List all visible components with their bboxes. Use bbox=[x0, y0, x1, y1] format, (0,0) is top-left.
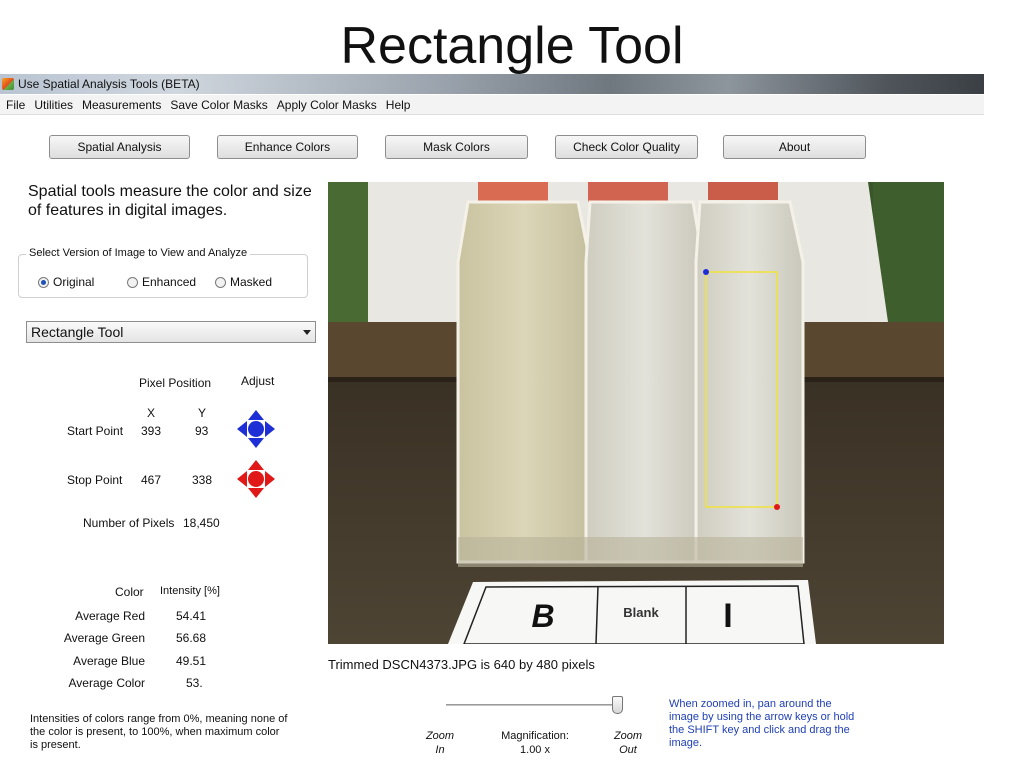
menu-utilities[interactable]: Utilities bbox=[34, 95, 73, 114]
zoom-out-line2: Out bbox=[619, 744, 637, 756]
mask-colors-button[interactable]: Mask Colors bbox=[385, 135, 528, 159]
radio-original[interactable]: Original bbox=[38, 275, 94, 289]
image-version-group-title: Select Version of Image to View and Anal… bbox=[26, 247, 251, 259]
tool-select-value: Rectangle Tool bbox=[31, 324, 124, 340]
zoom-in-line1: Zoom bbox=[425, 730, 455, 742]
x-header: X bbox=[147, 406, 156, 420]
tool-description: Spatial tools measure the color and size… bbox=[28, 183, 312, 219]
selection-start-handle[interactable] bbox=[703, 269, 709, 275]
menu-file[interactable]: File bbox=[6, 95, 25, 114]
menu-apply-color-masks[interactable]: Apply Color Masks bbox=[277, 95, 377, 114]
radio-original-label: Original bbox=[53, 275, 95, 289]
radio-masked[interactable]: Masked bbox=[215, 275, 272, 289]
radio-original-dot[interactable] bbox=[38, 276, 49, 288]
radio-enhanced-label: Enhanced bbox=[142, 275, 197, 289]
pixel-position-header: Pixel Position bbox=[139, 376, 212, 390]
start-y-value: 93 bbox=[195, 424, 209, 438]
card-label-blank: Blank bbox=[623, 605, 659, 620]
app-icon bbox=[2, 78, 14, 90]
window-titlebar: Use Spatial Analysis Tools (BETA) bbox=[0, 74, 984, 94]
pixel-count-value: 18,450 bbox=[183, 516, 220, 530]
radio-masked-dot[interactable] bbox=[215, 276, 226, 288]
magnification-label: Magnification: bbox=[501, 730, 569, 742]
zoom-in-line2: In bbox=[435, 744, 445, 756]
window-title: Use Spatial Analysis Tools (BETA) bbox=[18, 77, 200, 91]
color-header: Color bbox=[115, 585, 144, 599]
slide-title: Rectangle Tool bbox=[340, 17, 684, 75]
chevron-down-icon[interactable] bbox=[303, 330, 311, 335]
zoom-out-line1: Zoom bbox=[613, 730, 643, 742]
spatial-analysis-button[interactable]: Spatial Analysis bbox=[49, 135, 190, 159]
blue-direction-pad-icon[interactable] bbox=[236, 409, 276, 449]
zoom-slider-thumb[interactable] bbox=[612, 696, 623, 714]
intensity-footnote: Intensities of colors range from 0%, mea… bbox=[30, 713, 288, 751]
menu-bar: File Utilities Measurements Save Color M… bbox=[0, 95, 984, 115]
stop-point-label: Stop Point bbox=[67, 473, 123, 487]
avg-red-label: Average Red bbox=[75, 609, 145, 623]
intensity-header: Intensity [%] bbox=[160, 585, 220, 597]
avg-green-label: Average Green bbox=[63, 631, 145, 645]
adjust-header: Adjust bbox=[241, 374, 275, 388]
tool-select[interactable]: Rectangle Tool bbox=[26, 321, 316, 343]
magnification-value: 1.00 x bbox=[520, 744, 550, 756]
y-header: Y bbox=[198, 406, 207, 420]
avg-blue-value: 49.51 bbox=[176, 654, 207, 668]
analysis-image-drawing: B Blank I bbox=[328, 182, 944, 644]
menu-measurements[interactable]: Measurements bbox=[82, 95, 161, 114]
card-label-b: B bbox=[531, 598, 554, 634]
menu-help[interactable]: Help bbox=[386, 95, 411, 114]
about-button[interactable]: About bbox=[723, 135, 866, 159]
avg-color-label: Average Color bbox=[68, 676, 146, 690]
start-x-value: 393 bbox=[141, 424, 162, 438]
pan-help-text: When zoomed in, pan around the image by … bbox=[669, 698, 855, 749]
radio-enhanced[interactable]: Enhanced bbox=[127, 275, 196, 289]
magnification-readout: Magnification: 1.00 x bbox=[490, 729, 580, 757]
menu-save-color-masks[interactable]: Save Color Masks bbox=[170, 95, 267, 114]
image-caption: Trimmed DSCN4373.JPG is 640 by 480 pixel… bbox=[328, 657, 595, 672]
card-label-i: I bbox=[723, 597, 732, 635]
start-point-label: Start Point bbox=[67, 424, 124, 438]
avg-red-value: 54.41 bbox=[176, 609, 207, 623]
radio-enhanced-dot[interactable] bbox=[127, 276, 138, 288]
selection-stop-handle[interactable] bbox=[774, 504, 780, 510]
zoom-slider-track[interactable] bbox=[446, 704, 622, 706]
avg-green-value: 56.68 bbox=[176, 631, 207, 645]
stop-y-value: 338 bbox=[192, 473, 213, 487]
check-color-quality-button[interactable]: Check Color Quality bbox=[555, 135, 698, 159]
avg-blue-label: Average Blue bbox=[73, 654, 145, 668]
analysis-image[interactable]: B Blank I bbox=[328, 182, 944, 644]
stop-x-value: 467 bbox=[141, 473, 162, 487]
pixel-count-label: Number of Pixels bbox=[83, 516, 175, 530]
zoom-out-label: Zoom Out bbox=[608, 729, 648, 757]
avg-color-value: 53. bbox=[186, 676, 203, 690]
red-direction-pad-icon[interactable] bbox=[236, 459, 276, 499]
zoom-in-label: Zoom In bbox=[420, 729, 460, 757]
enhance-colors-button[interactable]: Enhance Colors bbox=[217, 135, 358, 159]
radio-masked-label: Masked bbox=[230, 275, 273, 289]
